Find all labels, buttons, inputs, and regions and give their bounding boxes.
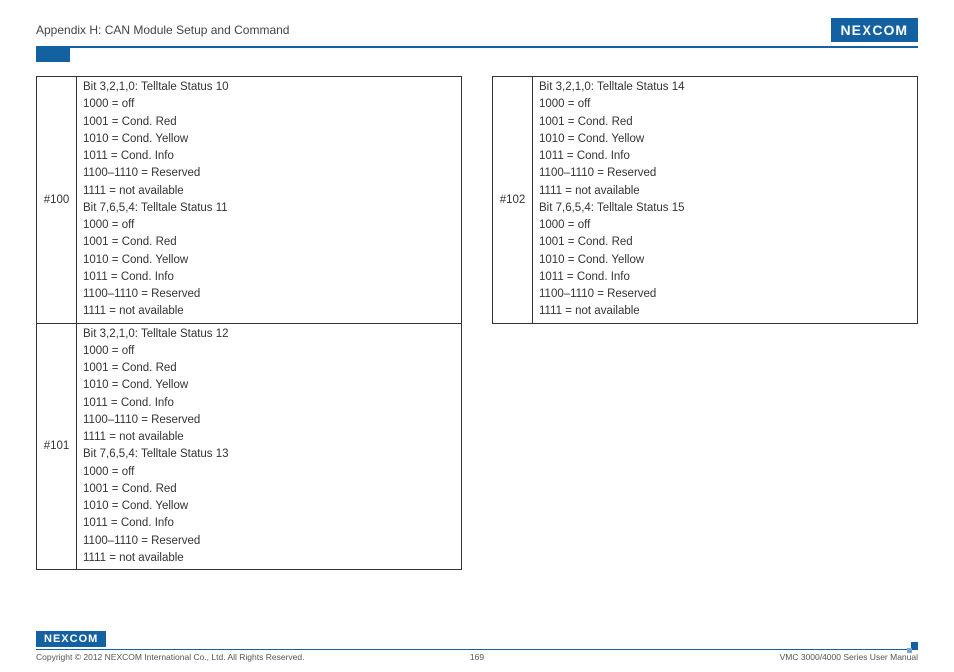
content-line: 1010 = Cond. Yellow xyxy=(539,252,911,269)
logo-text-left: NE xyxy=(841,22,862,38)
content-line: 1011 = Cond. Info xyxy=(539,148,911,165)
content-line: 1100–1110 = Reserved xyxy=(83,412,455,429)
content-line: 1010 = Cond. Yellow xyxy=(539,131,911,148)
content-line: 1001 = Cond. Red xyxy=(539,114,911,131)
content-line: 1001 = Cond. Red xyxy=(83,114,455,131)
footer-nexcom-logo: NEXCOM xyxy=(36,631,106,647)
content-line: 1001 = Cond. Red xyxy=(539,234,911,251)
content-line: 1000 = off xyxy=(539,96,911,113)
content-line: Bit 3,2,1,0: Telltale Status 10 xyxy=(83,79,455,96)
content-line: 1010 = Cond. Yellow xyxy=(83,131,455,148)
content-line: 1100–1110 = Reserved xyxy=(539,286,911,303)
row-index: #100 xyxy=(37,77,77,324)
content-line: 1000 = off xyxy=(83,96,455,113)
content-line: Bit 7,6,5,4: Telltale Status 13 xyxy=(83,446,455,463)
header-accent-bar xyxy=(36,48,70,62)
content-line: Bit 3,2,1,0: Telltale Status 14 xyxy=(539,79,911,96)
content-columns: #100Bit 3,2,1,0: Telltale Status 101000 … xyxy=(36,76,918,570)
content-line: 1001 = Cond. Red xyxy=(83,481,455,498)
footer-logo-right: COM xyxy=(70,633,99,645)
content-line: 1010 = Cond. Yellow xyxy=(83,252,455,269)
page-footer: NEXCOM Copyright © 2012 NEXCOM Internati… xyxy=(36,629,918,662)
footer-logo-left: NE xyxy=(44,633,61,645)
content-line: 1111 = not available xyxy=(83,183,455,200)
footer-decoration-icon xyxy=(906,642,918,654)
nexcom-logo: NEXCOM xyxy=(831,18,918,42)
content-line: 1100–1110 = Reserved xyxy=(539,165,911,182)
table-row: #102Bit 3,2,1,0: Telltale Status 141000 … xyxy=(493,77,918,324)
page-header: Appendix H: CAN Module Setup and Command… xyxy=(36,18,918,48)
row-content: Bit 3,2,1,0: Telltale Status 121000 = of… xyxy=(77,323,462,570)
spec-table-left: #100Bit 3,2,1,0: Telltale Status 101000 … xyxy=(36,76,462,570)
content-line: 1111 = not available xyxy=(83,429,455,446)
footer-bar: Copyright © 2012 NEXCOM International Co… xyxy=(36,649,918,662)
spec-table-right: #102Bit 3,2,1,0: Telltale Status 141000 … xyxy=(492,76,918,324)
content-line: 1011 = Cond. Info xyxy=(83,395,455,412)
content-line: 1011 = Cond. Info xyxy=(83,515,455,532)
copyright-text: Copyright © 2012 NEXCOM International Co… xyxy=(36,652,304,662)
row-index: #101 xyxy=(37,323,77,570)
page-number: 169 xyxy=(470,652,484,662)
content-line: 1111 = not available xyxy=(539,303,911,320)
content-line: Bit 7,6,5,4: Telltale Status 11 xyxy=(83,200,455,217)
content-line: 1010 = Cond. Yellow xyxy=(83,377,455,394)
content-line: Bit 3,2,1,0: Telltale Status 12 xyxy=(83,326,455,343)
content-line: 1111 = not available xyxy=(83,550,455,567)
content-line: 1000 = off xyxy=(539,217,911,234)
content-line: 1100–1110 = Reserved xyxy=(83,286,455,303)
content-line: 1011 = Cond. Info xyxy=(539,269,911,286)
table-row: #101Bit 3,2,1,0: Telltale Status 121000 … xyxy=(37,323,462,570)
content-line: 1010 = Cond. Yellow xyxy=(83,498,455,515)
content-line: 1011 = Cond. Info xyxy=(83,148,455,165)
content-line: 1001 = Cond. Red xyxy=(83,234,455,251)
logo-text-right: COM xyxy=(872,22,908,38)
left-column: #100Bit 3,2,1,0: Telltale Status 101000 … xyxy=(36,76,462,570)
content-line: 1100–1110 = Reserved xyxy=(83,533,455,550)
content-line: 1001 = Cond. Red xyxy=(83,360,455,377)
content-line: 1111 = not available xyxy=(83,303,455,320)
table-row: #100Bit 3,2,1,0: Telltale Status 101000 … xyxy=(37,77,462,324)
content-line: 1000 = off xyxy=(83,464,455,481)
row-content: Bit 3,2,1,0: Telltale Status 101000 = of… xyxy=(77,77,462,324)
right-column: #102Bit 3,2,1,0: Telltale Status 141000 … xyxy=(492,76,918,570)
footer-logo-x-icon: X xyxy=(61,633,69,645)
appendix-title: Appendix H: CAN Module Setup and Command xyxy=(36,23,289,37)
row-content: Bit 3,2,1,0: Telltale Status 141000 = of… xyxy=(533,77,918,324)
spec-table-right-body: #102Bit 3,2,1,0: Telltale Status 141000 … xyxy=(493,77,918,324)
content-line: Bit 7,6,5,4: Telltale Status 15 xyxy=(539,200,911,217)
logo-x-icon: X xyxy=(863,22,872,38)
row-index: #102 xyxy=(493,77,533,324)
content-line: 1111 = not available xyxy=(539,183,911,200)
content-line: 1100–1110 = Reserved xyxy=(83,165,455,182)
content-line: 1000 = off xyxy=(83,343,455,360)
content-line: 1011 = Cond. Info xyxy=(83,269,455,286)
manual-title: VMC 3000/4000 Series User Manual xyxy=(780,652,918,662)
content-line: 1000 = off xyxy=(83,217,455,234)
spec-table-left-body: #100Bit 3,2,1,0: Telltale Status 101000 … xyxy=(37,77,462,570)
